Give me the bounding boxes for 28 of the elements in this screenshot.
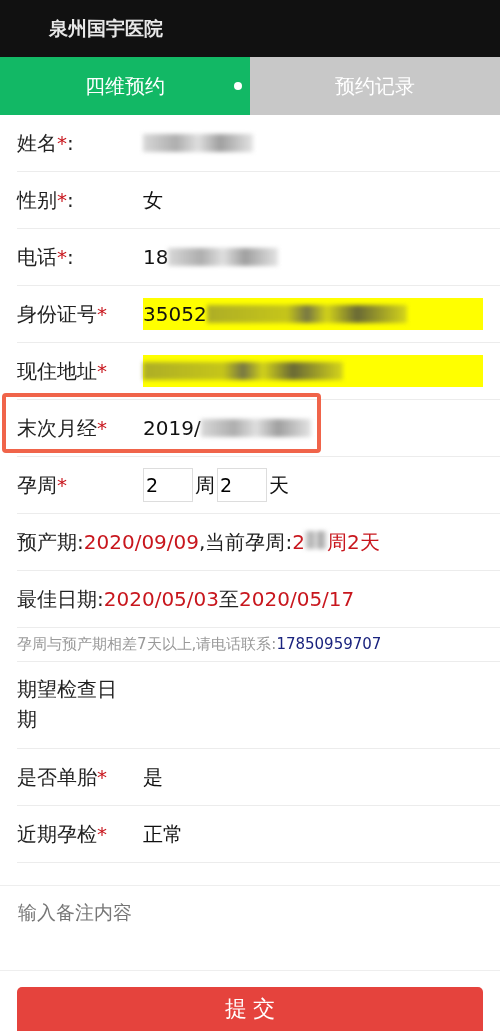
field-value: 是: [143, 763, 163, 791]
submit-button[interactable]: 提 交: [17, 987, 483, 1031]
field-label: 期望检查日期: [17, 676, 118, 733]
field-label: 电话*:: [17, 244, 75, 271]
field-label: 孕周*: [17, 472, 68, 499]
field-value: 正常: [143, 820, 183, 848]
field-label: 姓名*:: [17, 130, 75, 157]
unit-label: 周: [195, 471, 215, 499]
window-title: 泉州国宇医院: [49, 15, 163, 41]
field-label: 近期孕检*: [17, 821, 108, 848]
dot-icon: [234, 82, 242, 90]
field-value: 18: [143, 245, 169, 269]
field-label: 是否单胎*: [17, 764, 108, 791]
info-text: 最佳日期:2020/05/03至2020/05/17: [17, 585, 355, 613]
days-input[interactable]: 2: [217, 468, 267, 502]
field-value: 2019/: [143, 416, 201, 440]
field-label: 末次月经*: [17, 415, 108, 442]
phone-link[interactable]: 17850959707: [276, 635, 382, 653]
weeks-input[interactable]: 2: [143, 468, 193, 502]
unit-label: 天: [269, 471, 289, 499]
field-label: 身份证号*: [17, 301, 108, 328]
field-label: 现住地址*: [17, 358, 108, 385]
field-value: 女: [143, 186, 163, 214]
hint-text: 孕周与预产期相差7天以上,请电话联系:17850959707: [17, 635, 382, 654]
field-value: 35052: [143, 302, 207, 326]
field-label: 性别*:: [17, 187, 75, 214]
remarks-field[interactable]: 输入备注内容: [0, 885, 500, 971]
info-text: 预产期:2020/09/09,当前孕周:2 周2天: [17, 528, 380, 556]
